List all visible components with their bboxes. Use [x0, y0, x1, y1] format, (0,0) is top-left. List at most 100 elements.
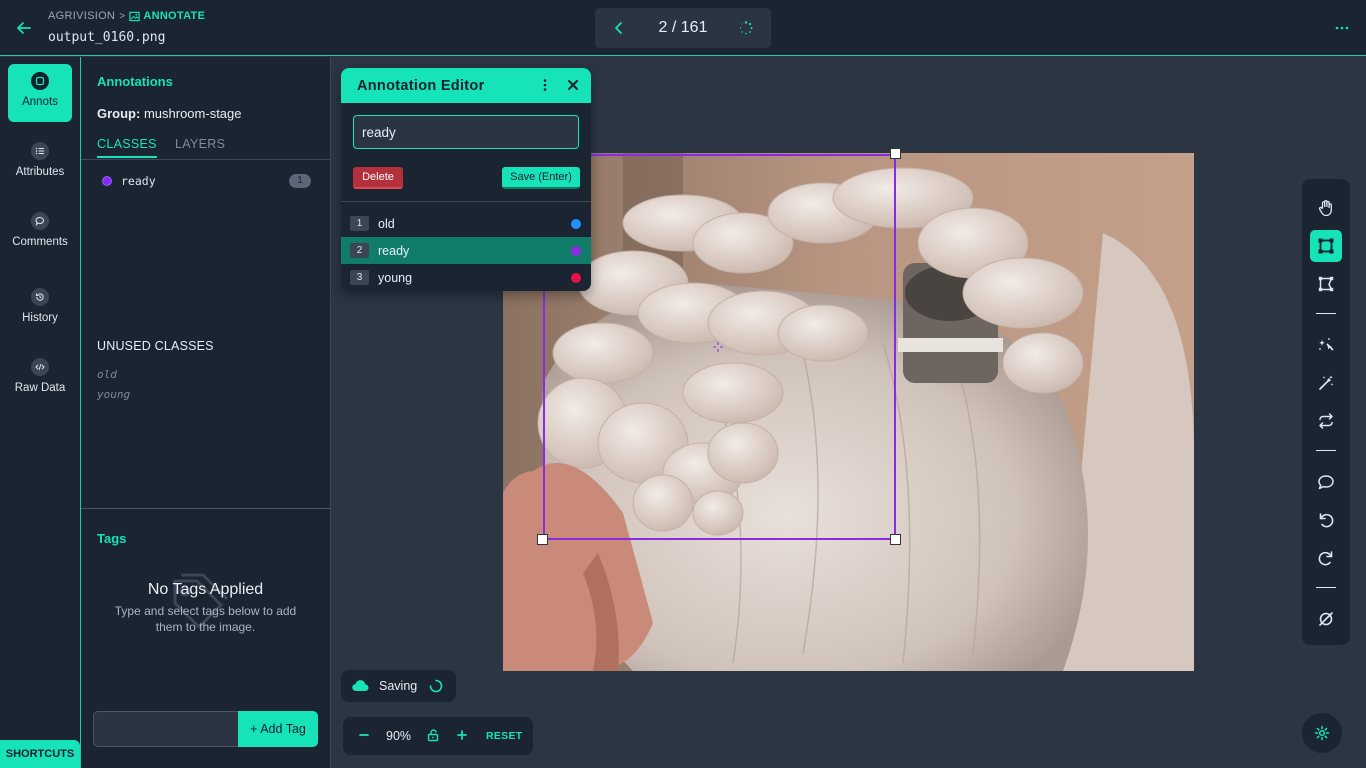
breadcrumb-current: ANNOTATE: [129, 10, 205, 22]
hotkey-badge: 3: [350, 270, 369, 285]
comment-icon: [31, 212, 49, 230]
pan-hand-icon[interactable]: [1310, 192, 1342, 224]
rail-item-label: Attributes: [15, 166, 65, 178]
breadcrumb-separator: >: [119, 10, 126, 22]
class-input[interactable]: [353, 115, 579, 149]
annotations-panel: Annotations Group: mushroom-stage CLASSE…: [81, 57, 331, 768]
divider: [1316, 587, 1336, 588]
breadcrumb-project[interactable]: AGRIVISION: [48, 10, 115, 22]
hotkey-badge: 2: [350, 243, 369, 258]
tab-layers[interactable]: LAYERS: [175, 137, 225, 156]
tool-palette: [1302, 179, 1350, 645]
save-status-text: Saving: [379, 679, 418, 693]
hide-annotations-icon[interactable]: [1310, 603, 1342, 635]
breadcrumb-section: ANNOTATE: [143, 10, 206, 22]
zoom-level: 90%: [386, 729, 412, 743]
option-label: old: [378, 217, 395, 231]
editor-title: Annotation Editor: [357, 78, 485, 94]
tags-title: Tags: [97, 531, 127, 546]
center-crosshair-icon: [713, 342, 723, 352]
class-row-ready[interactable]: ready 1: [97, 173, 311, 191]
resize-handle-bottom-right[interactable]: [890, 534, 901, 545]
resize-handle-bottom-left[interactable]: [537, 534, 548, 545]
unlock-icon[interactable]: [426, 728, 440, 742]
image-icon: [129, 11, 141, 21]
settings-gear-icon[interactable]: [1302, 713, 1342, 753]
rail-item-label: Comments: [12, 236, 68, 248]
loading-spinner-icon: [739, 21, 753, 35]
file-name: output_0160.png: [48, 30, 166, 45]
spinner-icon: [429, 679, 443, 693]
group-value: mushroom-stage: [143, 106, 242, 121]
magic-wand-icon[interactable]: [1310, 367, 1342, 399]
code-icon: [31, 358, 49, 376]
history-icon: [31, 288, 49, 306]
option-label: young: [378, 271, 413, 285]
rail-item-history[interactable]: History: [8, 280, 72, 338]
redo-icon[interactable]: [1310, 542, 1342, 574]
resize-handle-top-right[interactable]: [890, 148, 901, 159]
unused-classes-title: UNUSED CLASSES: [97, 339, 214, 353]
delete-button[interactable]: Delete: [353, 167, 403, 189]
unused-class-old[interactable]: old: [97, 368, 117, 381]
image-pager: 2 / 161: [595, 8, 771, 48]
rail-item-label: Annots: [22, 96, 58, 108]
class-color-dot: [571, 246, 581, 256]
rail-item-annots[interactable]: Annots: [8, 64, 72, 122]
save-status: Saving: [341, 670, 456, 702]
class-color-dot: [102, 176, 112, 186]
group-line: Group: mushroom-stage: [97, 106, 242, 121]
divider: [1316, 313, 1336, 314]
list-icon: [31, 142, 49, 160]
class-option-young[interactable]: 3 young: [341, 264, 591, 291]
group-label: Group:: [97, 106, 141, 121]
divider: [81, 508, 330, 509]
tag-input[interactable]: [93, 711, 239, 747]
panel-title: Annotations: [97, 74, 173, 89]
class-name: ready: [121, 174, 156, 188]
class-color-dot: [571, 219, 581, 229]
zoom-out-icon[interactable]: [357, 728, 371, 742]
divider: [1316, 450, 1336, 451]
option-label: ready: [378, 244, 410, 258]
hotkey-badge: 1: [350, 216, 369, 231]
unused-class-young[interactable]: young: [97, 388, 130, 401]
panel-tabs: CLASSES LAYERS: [81, 135, 330, 160]
tab-classes[interactable]: CLASSES: [97, 137, 157, 158]
cloud-icon: [351, 678, 369, 694]
class-count-badge: 1: [289, 174, 311, 188]
class-option-ready[interactable]: 2 ready: [341, 237, 591, 264]
auto-annotate-icon[interactable]: [1310, 329, 1342, 361]
editor-header: Annotation Editor: [341, 68, 591, 103]
comment-tool-icon[interactable]: [1310, 466, 1342, 498]
rail-item-attributes[interactable]: Attributes: [8, 134, 72, 192]
annotation-editor: Annotation Editor Delete Save (Enter) 1 …: [341, 68, 591, 291]
shortcuts-button[interactable]: SHORTCUTS: [0, 740, 80, 768]
no-tags-text: Type and select tags below to add them t…: [114, 604, 297, 634]
divider: [341, 201, 591, 202]
add-tag-button[interactable]: + Add Tag: [238, 711, 318, 747]
zoom-in-icon[interactable]: [455, 728, 469, 742]
rail-item-comments[interactable]: Comments: [8, 204, 72, 262]
breadcrumb: AGRIVISION > ANNOTATE: [48, 10, 205, 22]
back-arrow-icon[interactable]: [14, 18, 34, 38]
bounding-box-tool-icon[interactable]: [1310, 230, 1342, 262]
more-options-icon[interactable]: [1334, 20, 1350, 36]
rail-item-raw-data[interactable]: Raw Data: [8, 350, 72, 408]
class-option-old[interactable]: 1 old: [341, 210, 591, 237]
annotation-icon: [31, 72, 49, 90]
zoom-controls: 90% RESET: [343, 717, 533, 755]
undo-icon[interactable]: [1310, 504, 1342, 536]
rail-item-label: Raw Data: [14, 382, 66, 394]
kebab-menu-icon[interactable]: [538, 78, 552, 92]
class-color-dot: [571, 273, 581, 283]
swap-icon[interactable]: [1310, 405, 1342, 437]
no-tags-title: No Tags Applied: [147, 581, 264, 598]
polygon-tool-icon[interactable]: [1310, 268, 1342, 300]
top-bar: AGRIVISION > ANNOTATE output_0160.png 2 …: [0, 0, 1366, 56]
rail-item-label: History: [22, 312, 58, 324]
left-rail: Annots Attributes Comments History Raw D…: [0, 57, 81, 768]
close-icon[interactable]: [566, 78, 580, 92]
reset-zoom-button[interactable]: RESET: [486, 730, 523, 742]
save-button[interactable]: Save (Enter): [502, 167, 580, 189]
